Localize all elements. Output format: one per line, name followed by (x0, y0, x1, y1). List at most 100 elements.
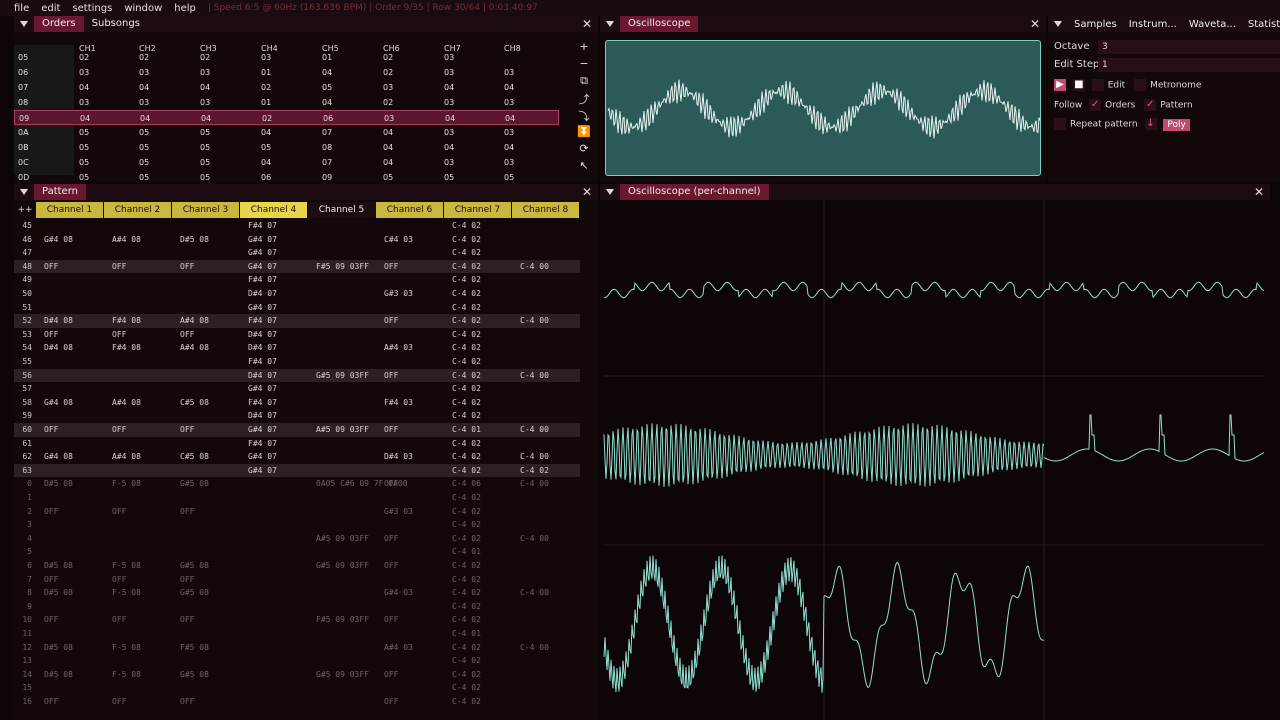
pattern-cell[interactable]: OFF (384, 559, 398, 573)
order-cell[interactable]: 03 (200, 68, 210, 77)
pattern-cell[interactable]: C-4 02 (452, 586, 481, 600)
order-cell[interactable]: 04 (505, 114, 515, 123)
order-cell[interactable]: 03 (79, 98, 89, 107)
poly-button[interactable]: Poly (1163, 118, 1190, 131)
pattern-cell[interactable]: D#4 07 (248, 328, 277, 342)
pattern-cell[interactable]: C-4 02 (452, 464, 481, 478)
pattern-cell[interactable]: C-4 01 (452, 545, 481, 559)
follow-orders-checkbox[interactable]: ✓ (1089, 99, 1102, 111)
close-icon[interactable]: ✕ (1254, 185, 1264, 199)
pattern-cell[interactable]: C#5 08 (180, 450, 209, 464)
pattern-cell[interactable]: D#4 08 (44, 314, 73, 328)
order-cell[interactable]: 05 (139, 143, 149, 152)
move-down-icon[interactable]: ⤵ (576, 108, 592, 125)
pattern-cell[interactable]: C-4 01 (452, 627, 481, 641)
pattern-cell[interactable]: OFF (180, 505, 194, 519)
channel-header-8[interactable]: Channel 8 (512, 202, 579, 218)
pattern-cell[interactable]: G#5 09 03FF (316, 668, 369, 682)
pattern-cell[interactable]: C-4 02 (452, 437, 481, 451)
pattern-cell[interactable]: C-4 02 (452, 573, 481, 587)
channel-header-4[interactable]: Channel 4 (240, 202, 307, 218)
pattern-row[interactable]: 2 OFF OFF OFF G#3 03 C-4 02 (14, 505, 580, 519)
menu-file[interactable]: file (14, 3, 29, 14)
pattern-cell[interactable]: F-5 08 (112, 559, 141, 573)
order-cell[interactable]: 07 (322, 158, 332, 167)
pattern-cell[interactable]: OFF (384, 314, 398, 328)
order-cell[interactable]: 04 (383, 143, 393, 152)
order-cell[interactable]: 03 (444, 68, 454, 77)
pattern-cell[interactable]: F#5 09 03FF (316, 613, 369, 627)
pattern-cell[interactable]: A#4 08 (112, 450, 141, 464)
pattern-cell[interactable]: C-4 00 (520, 641, 549, 655)
order-cell[interactable]: 02 (383, 53, 393, 62)
order-cell[interactable]: 03 (139, 68, 149, 77)
pattern-row[interactable]: 13 C-4 02 (14, 654, 580, 668)
order-cell[interactable]: 03 (504, 68, 514, 77)
channel-header-5[interactable]: Channel 5 (308, 202, 375, 218)
close-icon[interactable]: ✕ (582, 17, 592, 31)
order-cell[interactable]: 03 (444, 98, 454, 107)
tab-statistics[interactable]: Statistics (1248, 19, 1280, 30)
pattern-row[interactable]: 48 OFF OFF OFF G#4 07 F#5 09 03FF OFF C-4 02 C-4… (14, 259, 580, 274)
pattern-cell[interactable]: G#3 03 (384, 287, 413, 301)
pattern-row[interactable]: 1 C-4 02 (14, 491, 580, 505)
pattern-row[interactable]: 61 F#4 07 C-4 02 (14, 437, 580, 451)
pattern-row[interactable]: 55 F#4 07 C-4 02 (14, 355, 580, 369)
pattern-cell[interactable]: G#5 08 (180, 559, 209, 573)
order-cell[interactable]: 04 (140, 114, 150, 123)
pattern-row[interactable]: 63 G#4 07 C-4 02 C-4 02 (14, 463, 580, 478)
close-icon[interactable]: ✕ (582, 185, 592, 199)
pattern-cell[interactable]: G#4 08 (44, 396, 73, 410)
pattern-cell[interactable]: C-4 02 (452, 641, 481, 655)
order-row[interactable]: 05 02 02 02 03 01 02 03 (14, 50, 559, 65)
add-order-icon[interactable]: + (576, 40, 592, 57)
order-cell[interactable]: 04 (201, 114, 211, 123)
pattern-cell[interactable]: OFF (180, 328, 194, 342)
order-row[interactable]: 07 04 04 04 02 05 03 04 04 (14, 80, 559, 95)
pattern-row[interactable]: 54 D#4 08 F#4 08 A#4 08 D#4 07 A#4 03 C-4 02 (14, 341, 580, 355)
order-cell[interactable]: 02 (261, 83, 271, 92)
tab-orders[interactable]: Orders (34, 16, 84, 32)
loop-icon[interactable]: ⟳ (576, 142, 592, 159)
pattern-cell[interactable]: D#5 08 (44, 586, 73, 600)
pattern-cell[interactable]: G#4 07 (248, 382, 277, 396)
pattern-cell[interactable]: G#4 07 (248, 450, 277, 464)
pattern-cell[interactable]: OFF (384, 423, 398, 437)
order-cell[interactable]: 08 (322, 143, 332, 152)
order-row[interactable]: 0B 05 05 05 05 08 04 04 04 (14, 140, 559, 155)
pattern-cell[interactable]: OFF (112, 695, 126, 709)
pattern-cell[interactable]: A#4 08 (112, 396, 141, 410)
order-cell[interactable]: 04 (139, 83, 149, 92)
tab-instruments[interactable]: Instrum... (1129, 19, 1177, 30)
collapse-icon[interactable] (606, 21, 614, 27)
pattern-cell[interactable]: G#5 08 (180, 668, 209, 682)
pattern-row[interactable]: 11 C-4 01 (14, 627, 580, 641)
repeat-pattern-checkbox[interactable] (1054, 118, 1066, 130)
pattern-row[interactable]: 56 D#4 07 G#5 09 03FF OFF C-4 02 C-4 00 (14, 368, 580, 383)
pattern-cell[interactable]: OFF (180, 423, 194, 437)
menu-settings[interactable]: settings (72, 3, 112, 14)
order-cell[interactable]: 05 (139, 158, 149, 167)
pattern-cell[interactable]: C-4 02 (452, 246, 481, 260)
pattern-cell[interactable]: G#4 07 (248, 246, 277, 260)
pattern-cell[interactable]: F#4 08 (112, 341, 141, 355)
pattern-cell[interactable]: F-5 08 (112, 586, 141, 600)
follow-pattern-checkbox[interactable]: ✓ (1144, 99, 1157, 111)
menu-edit[interactable]: edit (41, 3, 60, 14)
order-cell[interactable]: 05 (139, 128, 149, 137)
pattern-cell[interactable]: D#4 07 (248, 409, 277, 423)
order-cell[interactable]: 04 (383, 158, 393, 167)
pattern-row[interactable]: 15 C-4 02 (14, 681, 580, 695)
order-row[interactable]: 0D 05 05 05 06 09 05 05 05 (14, 170, 559, 185)
step-down-icon[interactable]: ↓ (1144, 118, 1157, 130)
pattern-row[interactable]: 10 OFF OFF OFF F#5 09 03FF OFF C-4 02 (14, 613, 580, 627)
order-row[interactable]: 08 03 03 03 01 04 02 03 03 (14, 95, 559, 110)
pattern-cell[interactable]: C-4 00 (520, 477, 549, 491)
pattern-cell[interactable]: C-4 02 (452, 369, 481, 383)
pattern-cell[interactable]: A#5 09 03FF (316, 532, 369, 546)
pattern-cell[interactable]: F#4 08 (112, 314, 141, 328)
order-cell[interactable]: 04 (322, 98, 332, 107)
order-cell[interactable]: 03 (200, 98, 210, 107)
pattern-cell[interactable]: OFF (44, 260, 58, 274)
pattern-cell[interactable]: D#4 07 (248, 341, 277, 355)
